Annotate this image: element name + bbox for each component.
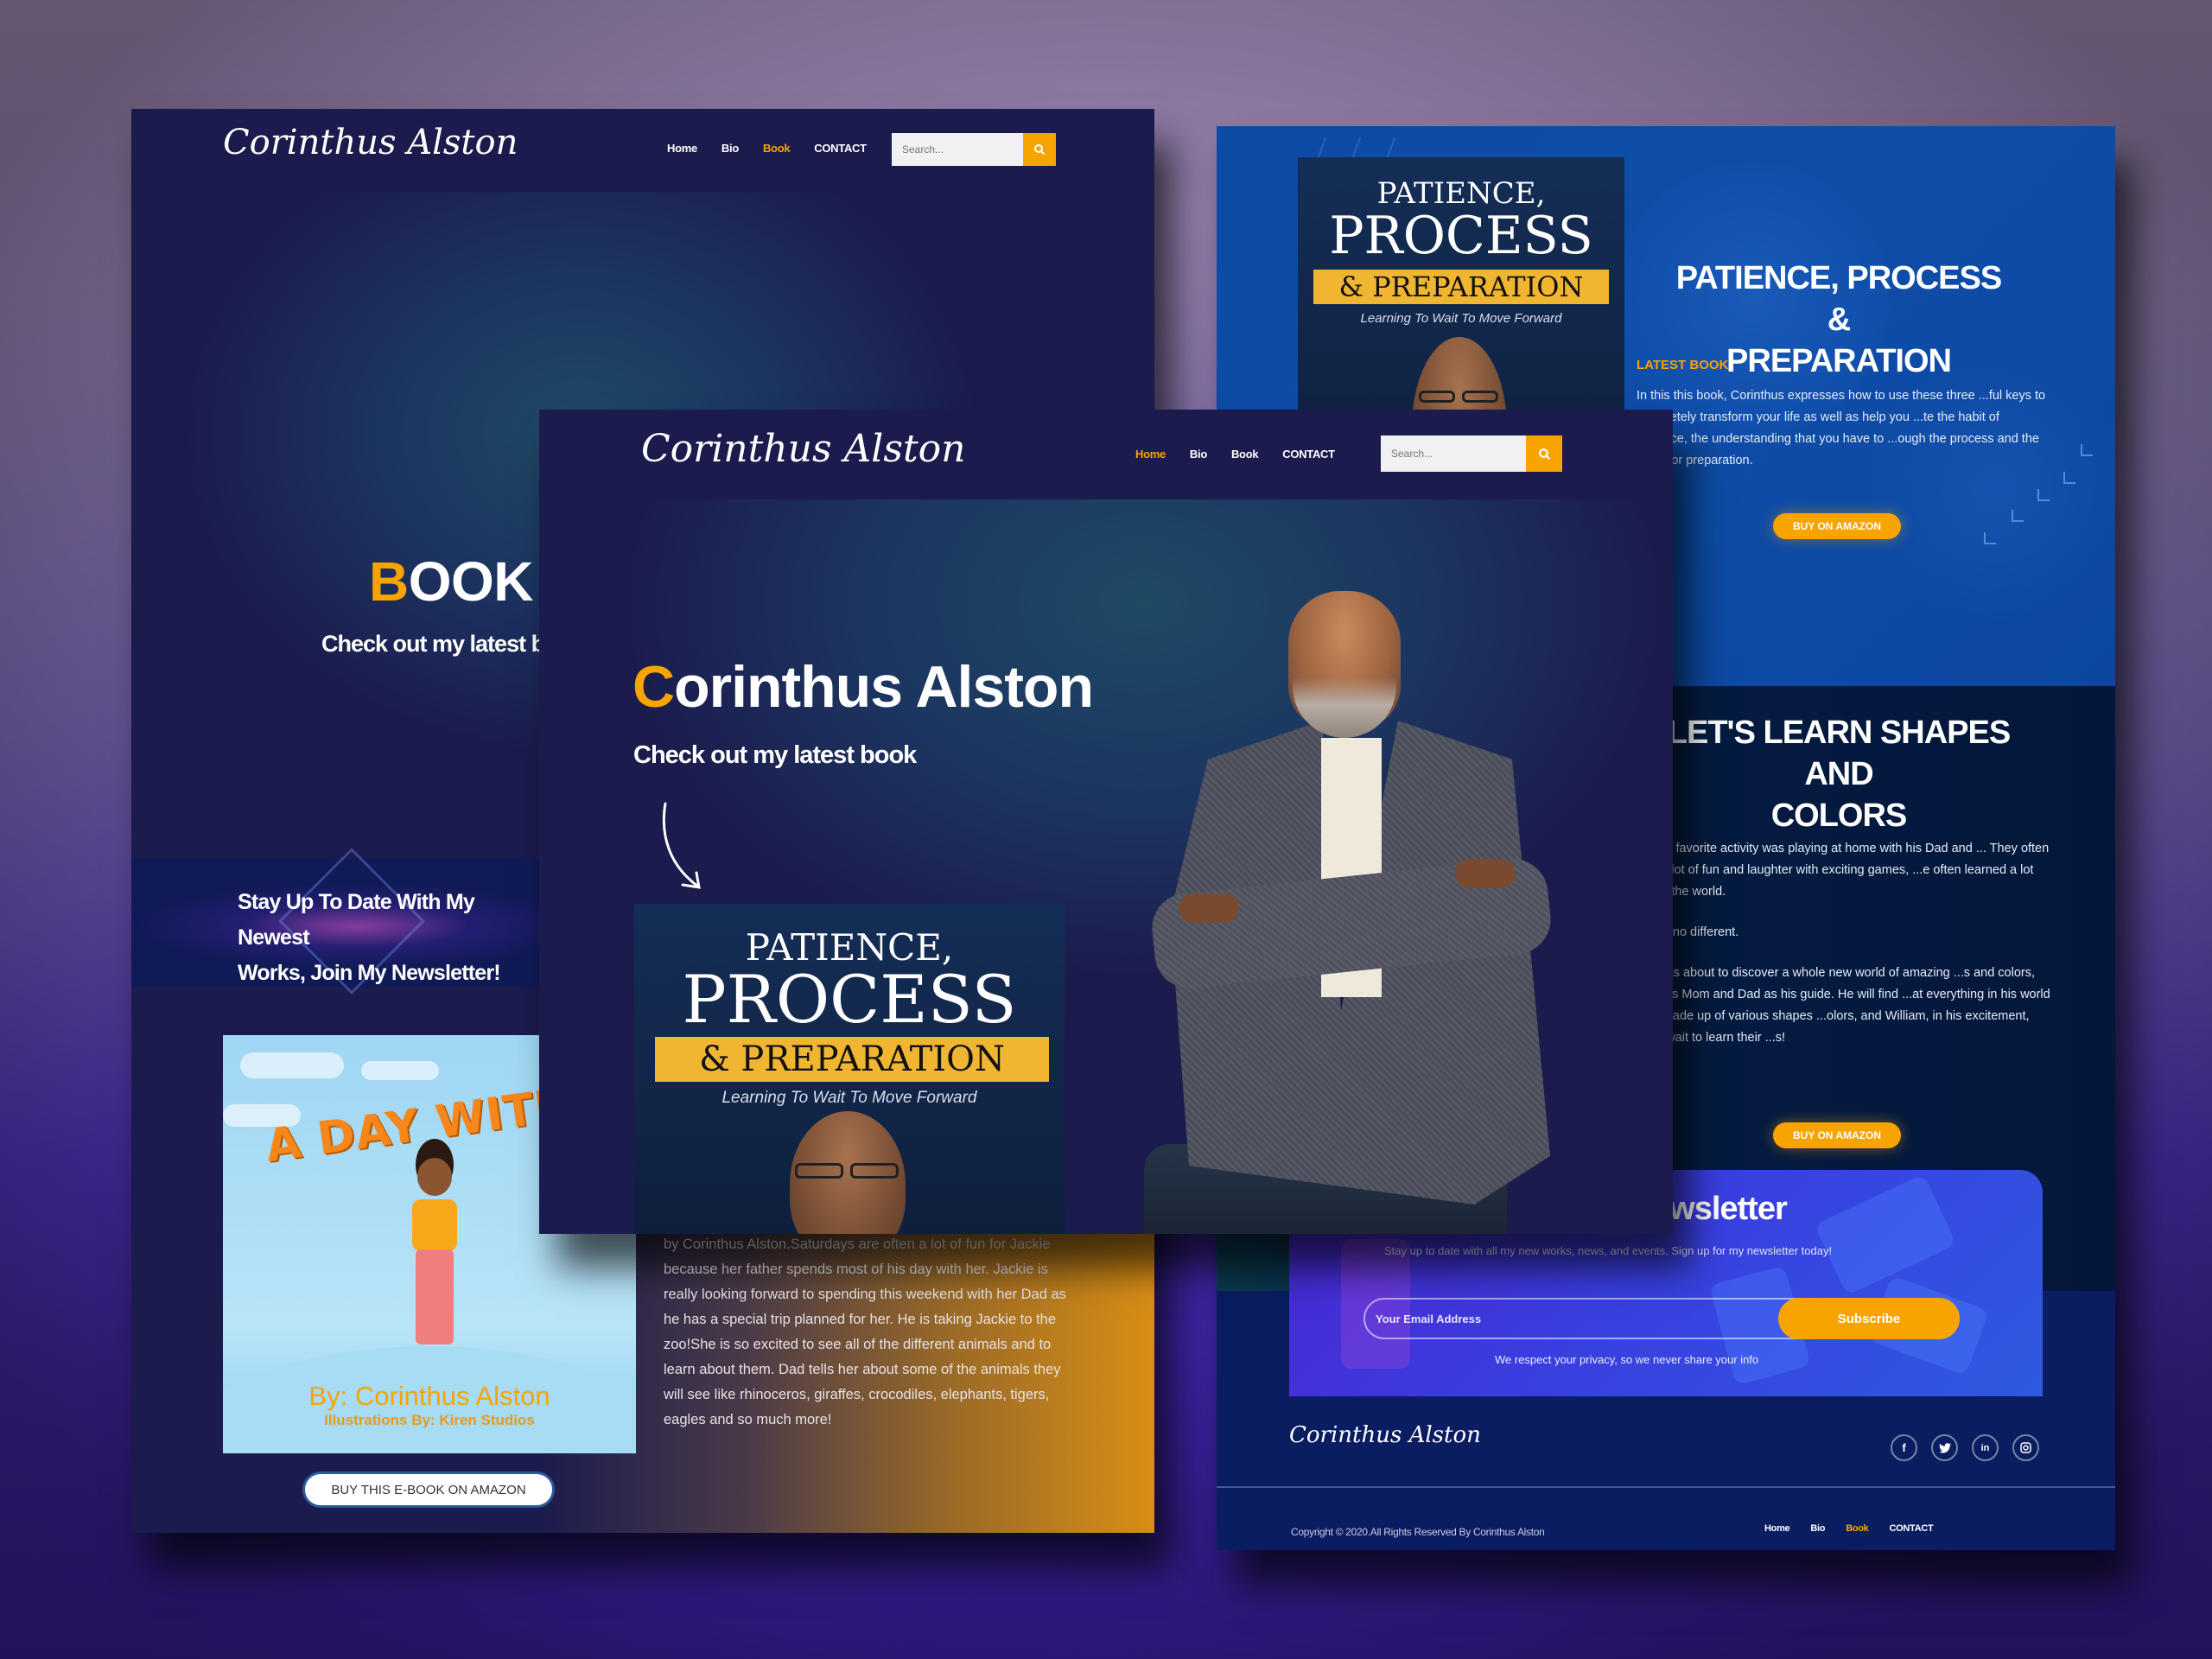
search-input[interactable] xyxy=(892,133,1023,166)
kids-book-author: By: Corinthus Alston xyxy=(308,1381,550,1411)
home-page-navbar: Corinthus Alston Home Bio Book CONTACT xyxy=(539,410,1673,499)
email-input[interactable] xyxy=(1376,1300,1738,1338)
newsletter-banner-text: Stay Up To Date With My Newest Works, Jo… xyxy=(238,890,501,985)
subscribe-button[interactable]: Subscribe xyxy=(1778,1298,1960,1339)
nav-bio[interactable]: Bio xyxy=(1190,448,1207,461)
kids-book-description: by Corinthus Alston.Saturdays are often … xyxy=(664,1236,1066,1427)
girl-illustration xyxy=(400,1139,469,1355)
newsletter-subtitle: Stay up to date with all my new works, n… xyxy=(1384,1244,1833,1257)
search-bar xyxy=(892,133,1056,166)
latest-book-label: LATEST BOOK xyxy=(1637,358,1729,372)
kids-book-illustrator: Illustrations By: Kiren Studios xyxy=(324,1412,535,1428)
social-links: f in xyxy=(1891,1434,2039,1461)
latest-book-description: In this this book, Corinthus expresses h… xyxy=(1637,389,2046,467)
search-input[interactable] xyxy=(1381,435,1526,472)
instagram-icon[interactable] xyxy=(2012,1434,2039,1461)
buy-on-amazon-button-1[interactable]: BUY ON AMAZON xyxy=(1773,513,1901,539)
shapes-book-description: ...ms's favorite activity was playing at… xyxy=(1637,842,2050,1045)
buy-ebook-button[interactable]: BUY THIS E-BOOK ON AMAZON xyxy=(302,1471,555,1508)
featured-book-cover[interactable]: PATIENCE, PROCESS & PREPARATION Learning… xyxy=(634,904,1065,1234)
footer-logo[interactable]: Corinthus Alston xyxy=(1289,1422,1481,1448)
facebook-icon[interactable]: f xyxy=(1891,1434,1917,1461)
search-button[interactable] xyxy=(1526,435,1562,472)
hero-title: Corinthus Alston xyxy=(632,654,1094,720)
book-page-title: BOOK xyxy=(369,550,534,613)
footer-nav-contact[interactable]: CONTACT xyxy=(1890,1523,1934,1534)
nav-home[interactable]: Home xyxy=(1135,448,1166,461)
search-icon xyxy=(1538,448,1550,460)
nav-links: Home Bio Book CONTACT xyxy=(1135,448,1335,461)
footer-nav-book[interactable]: Book xyxy=(1846,1523,1869,1534)
nav-book[interactable]: Book xyxy=(763,142,791,155)
footer-nav-home[interactable]: Home xyxy=(1764,1523,1790,1534)
nav-bio[interactable]: Bio xyxy=(721,142,739,155)
search-icon xyxy=(1034,144,1046,156)
nav-links: Home Bio Book CONTACT xyxy=(667,142,867,155)
buy-on-amazon-button-2[interactable]: BUY ON AMAZON xyxy=(1773,1122,1901,1148)
hero-subtitle: Check out my latest book xyxy=(633,741,917,769)
shapes-book-title: LET'S LEARN SHAPES AND COLORS xyxy=(1667,715,2011,834)
footer-nav: Home Bio Book CONTACT xyxy=(1764,1523,1934,1534)
author-portrait xyxy=(1144,591,1593,1234)
home-page-mockup: Corinthus Alston Home Bio Book CONTACT C… xyxy=(539,410,1673,1234)
site-logo[interactable]: Corinthus Alston xyxy=(641,427,965,471)
copyright-text: Copyright © 2020.All Rights Reserved By … xyxy=(1291,1526,1545,1538)
newsletter-form: Subscribe xyxy=(1363,1298,1960,1339)
linkedin-icon[interactable]: in xyxy=(1972,1434,1999,1461)
nav-contact[interactable]: CONTACT xyxy=(1282,448,1335,461)
search-bar xyxy=(1381,435,1562,472)
nav-contact[interactable]: CONTACT xyxy=(814,142,867,155)
curved-arrow-icon xyxy=(662,802,701,889)
privacy-note: We respect your privacy, so we never sha… xyxy=(1495,1353,1759,1366)
twitter-icon[interactable] xyxy=(1931,1434,1958,1461)
nav-home[interactable]: Home xyxy=(667,142,697,155)
book-page-navbar: Corinthus Alston Home Bio Book CONTACT xyxy=(131,109,1154,192)
newsletter-banner: Stay Up To Date With My Newest Works, Jo… xyxy=(131,848,546,995)
footer-nav-bio[interactable]: Bio xyxy=(1810,1523,1825,1534)
search-button[interactable] xyxy=(1023,133,1056,166)
nav-book[interactable]: Book xyxy=(1231,448,1259,461)
site-logo[interactable]: Corinthus Alston xyxy=(223,123,518,162)
footer-divider xyxy=(1217,1486,2115,1488)
